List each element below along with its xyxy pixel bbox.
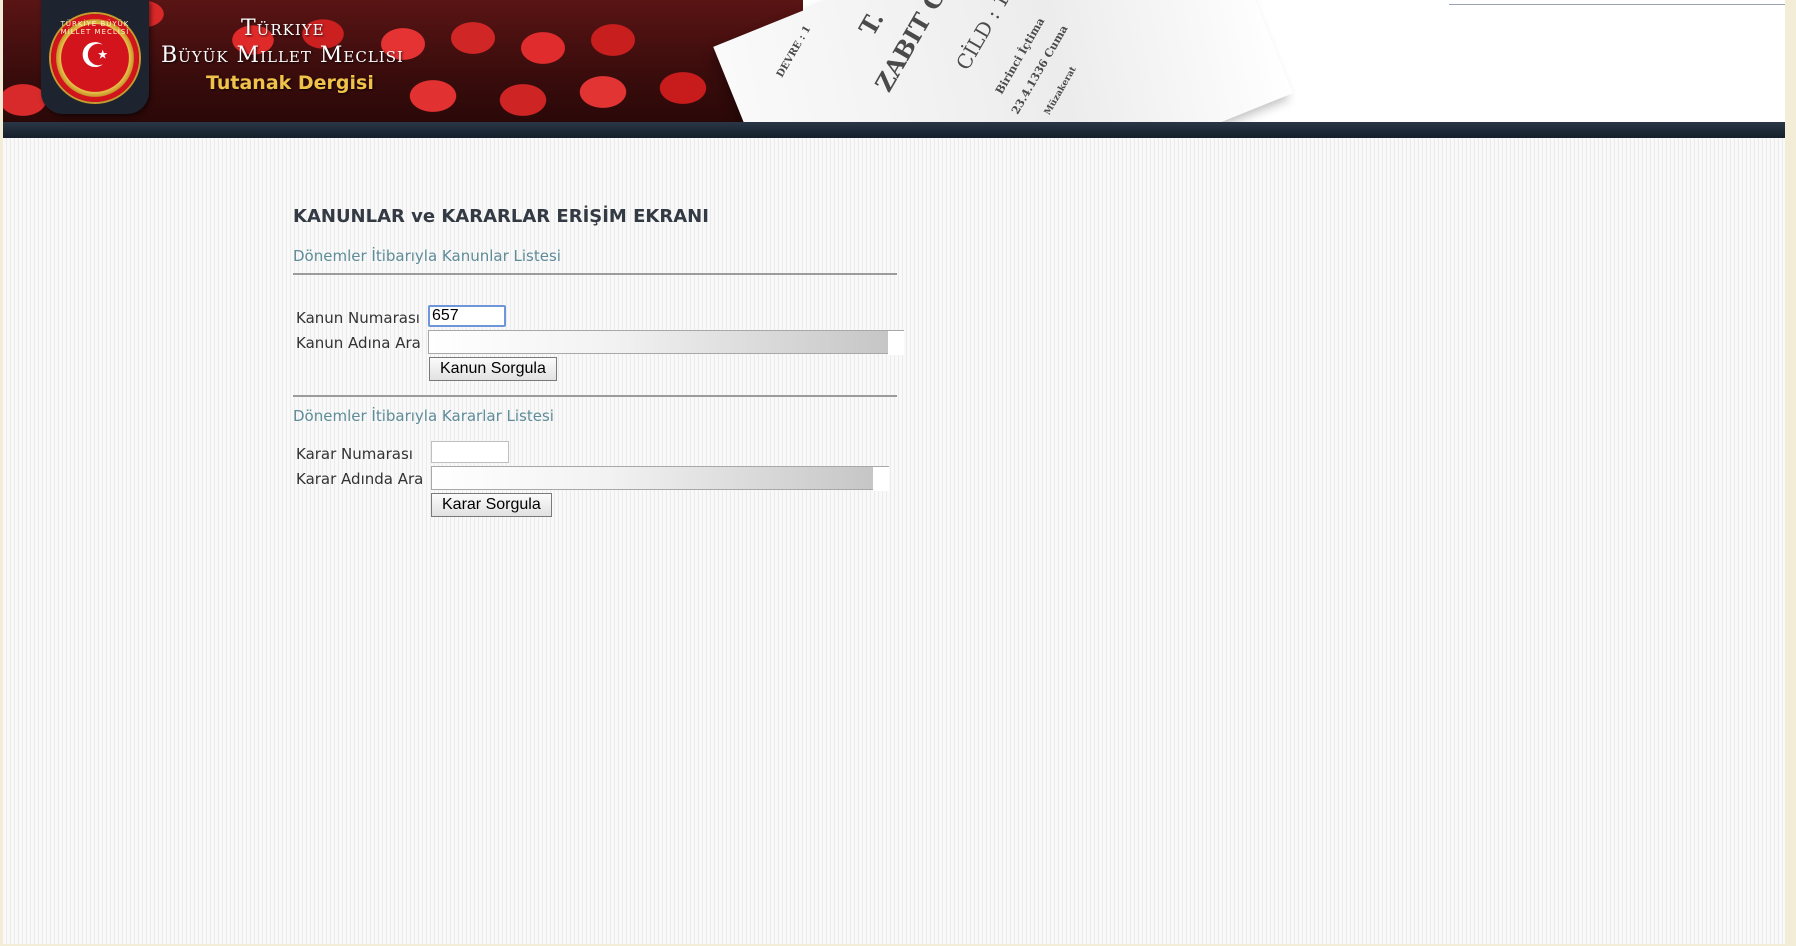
law-number-row: Kanun Numarası 657 [293,305,913,330]
brand-subtitle: Tutanak Dergisi [206,72,374,94]
decision-name-input-end [873,466,889,491]
logo-badge[interactable]: TÜRKİYE BÜYÜK MİLLET MECLİSİ ☪ [41,0,149,114]
page-background: DEVRE : 1 T. ZABIT C CİLD : 1 Birinci İç… [3,0,1785,944]
decision-number-input[interactable] [431,441,509,463]
header-top-edge [1449,0,1785,5]
header-bottom-bar [3,122,1785,138]
decision-name-label: Karar Adında Ara [296,470,424,488]
seal-ring-text: TÜRKİYE BÜYÜK MİLLET MECLİSİ [60,20,130,36]
decision-query-button[interactable]: Karar Sorgula [431,493,552,517]
laws-divider [293,273,897,275]
law-query-button[interactable]: Kanun Sorgula [429,357,557,381]
decision-number-label: Karar Numarası [296,445,413,463]
decision-name-input[interactable] [431,466,873,490]
tbmm-seal-logo: TÜRKİYE BÜYÜK MİLLET MECLİSİ ☪ [51,14,139,102]
brand-title: Türkiye Büyük Millet Meclisi Tutanak Der… [161,16,404,94]
page-title: KANUNLAR ve KARARLAR ERİŞİM EKRANI [293,206,709,227]
law-name-label: Kanun Adına Ara [296,334,421,352]
search-form-area: KANUNLAR ve KARARLAR ERİŞİM EKRANI Dönem… [293,206,913,531]
decisions-section-title: Dönemler İtibarıyla Kararlar Listesi [293,407,554,425]
law-name-row: Kanun Adına Ara [293,330,913,355]
brand-line1: Türkiye [241,16,325,41]
decision-number-row: Karar Numarası [293,441,913,466]
crescent-star-icon: ☪ [79,36,111,76]
law-query-row: Kanun Sorgula [293,355,913,395]
law-name-input[interactable] [428,330,888,354]
laws-section-title: Dönemler İtibarıyla Kanunlar Listesi [293,247,561,265]
decision-name-row: Karar Adında Ara [293,466,913,491]
law-name-input-end [888,330,904,355]
brand-line2: Büyük Millet Meclisi [161,43,404,68]
law-number-label: Kanun Numarası [296,309,420,327]
header-banner: DEVRE : 1 T. ZABIT C CİLD : 1 Birinci İç… [3,0,1785,124]
decision-query-row: Karar Sorgula [293,491,913,531]
law-number-input[interactable]: 657 [428,305,506,327]
decisions-divider [293,395,897,397]
